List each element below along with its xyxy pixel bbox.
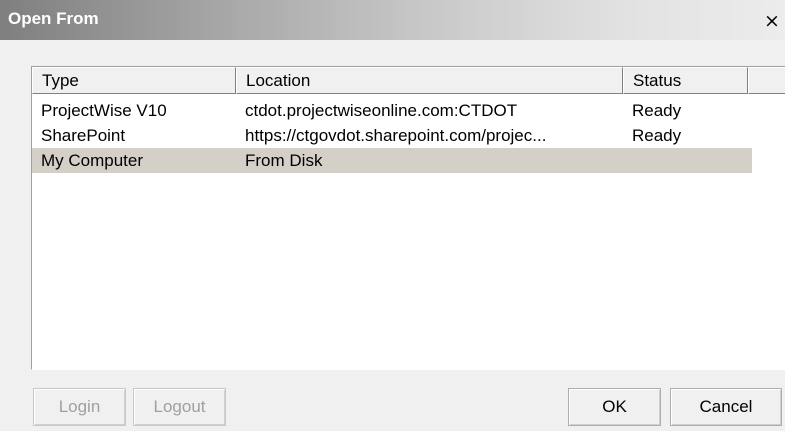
cell-type: SharePoint [41,126,126,145]
location-list[interactable]: Type Location Status ProjectWise V10 ctd… [31,66,785,370]
list-header: Type Location Status [32,67,785,94]
ok-button[interactable]: OK [568,388,661,426]
cell-type: ProjectWise V10 [41,101,167,120]
cell-location: https://ctgovdot.sharepoint.com/projec..… [245,126,547,145]
list-item[interactable]: SharePoint https://ctgovdot.sharepoint.c… [32,123,752,148]
title-bar[interactable]: Open From × [0,0,785,40]
list-item[interactable]: ProjectWise V10 ctdot.projectwiseonline.… [32,98,752,123]
list-item-selected[interactable]: My Computer From Disk [32,148,752,173]
cell-status: Ready [632,101,682,120]
open-from-dialog: Open From × Type Location Status Project… [0,0,785,431]
cell-location: From Disk [245,151,323,170]
dialog-title: Open From [8,9,99,28]
column-header-location[interactable]: Location [236,67,623,94]
cancel-button[interactable]: Cancel [670,388,782,426]
cell-type: My Computer [41,151,144,170]
close-icon[interactable]: × [762,12,782,31]
cell-location: ctdot.projectwiseonline.com:CTDOT [245,101,518,120]
cell-status: Ready [632,126,682,145]
column-header-status[interactable]: Status [623,67,748,94]
column-header-type[interactable]: Type [32,67,236,94]
login-button[interactable]: Login [33,388,126,426]
logout-button[interactable]: Logout [133,388,226,426]
cell-status [632,148,742,173]
column-header-empty[interactable] [748,67,785,94]
